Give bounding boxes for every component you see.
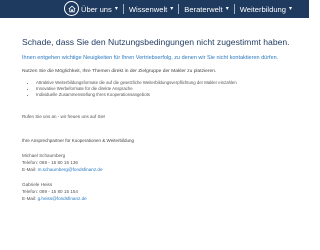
- nav-item-label: Beraterwelt: [184, 4, 223, 14]
- nav-item-ueber-uns[interactable]: Über uns ▾: [81, 0, 123, 18]
- contact-card: Gabriele Heiss Telefon: 089 - 15 80 15 1…: [22, 181, 87, 202]
- subheadline: Ihnen entgehen wichtige Neuigkeiten für …: [22, 55, 279, 61]
- home-icon: [68, 5, 75, 12]
- contact-card: Michael Schaumberg Telefon: 069 - 15 80 …: [22, 152, 103, 173]
- nav-item-label: Wissenwelt: [128, 4, 168, 14]
- chevron-down-icon: ▾: [170, 6, 174, 12]
- contact-name: Michael Schaumberg: [22, 153, 66, 158]
- nav-menu: Über uns ▾ Wissenwelt ▾ Beraterwelt ▾ We…: [81, 0, 297, 18]
- nav-item-label: Weiterbildung: [239, 4, 286, 14]
- page-headline: Schade, dass Sie den Nutzungsbedingungen…: [22, 37, 290, 47]
- top-navigation-bar: Über uns ▾ Wissenwelt ▾ Beraterwelt ▾ We…: [0, 0, 309, 18]
- chevron-down-icon: ▾: [289, 6, 293, 12]
- contact-email-row: E-Mail: m.schaumberg@fondsfinanz.de: [22, 166, 103, 173]
- nav-item-beraterwelt[interactable]: Beraterwelt ▾: [179, 0, 233, 18]
- chevron-down-icon: ▾: [114, 6, 118, 12]
- nav-item-label: Über uns: [81, 4, 112, 14]
- intro-text: Nutzen Sie die Möglichkeit, Ihre Themen …: [22, 69, 217, 74]
- email-label: E-Mail:: [22, 167, 38, 172]
- contact-phone: Telefon: 089 - 15 80 15 154: [22, 189, 78, 194]
- contact-email-row: E-Mail: g.heiss@fondsfinanz.de: [22, 195, 87, 202]
- email-label: E-Mail:: [22, 196, 38, 201]
- email-link[interactable]: m.schaumberg@fondsfinanz.de: [38, 167, 103, 172]
- contacts-heading: Ihre Ansprechpartner für Kooperationen &…: [22, 138, 134, 143]
- list-item: Individuelle Zusammenstellung Ihres Koop…: [36, 92, 237, 98]
- nav-item-weiterbildung[interactable]: Weiterbildung ▾: [235, 0, 297, 18]
- email-link[interactable]: g.heiss@fondsfinanz.de: [38, 196, 87, 201]
- home-button[interactable]: [64, 1, 79, 16]
- chevron-down-icon: ▾: [225, 6, 229, 12]
- contact-name: Gabriele Heiss: [22, 182, 53, 187]
- contact-phone: Telefon: 069 - 15 80 15 136: [22, 160, 78, 165]
- call-to-action: Rufen Sie uns an - wir freuen uns auf Si…: [22, 114, 106, 119]
- benefits-list: Attraktive Weiterbildungsformate die auf…: [22, 80, 237, 98]
- nav-item-wissenwelt[interactable]: Wissenwelt ▾: [124, 0, 178, 18]
